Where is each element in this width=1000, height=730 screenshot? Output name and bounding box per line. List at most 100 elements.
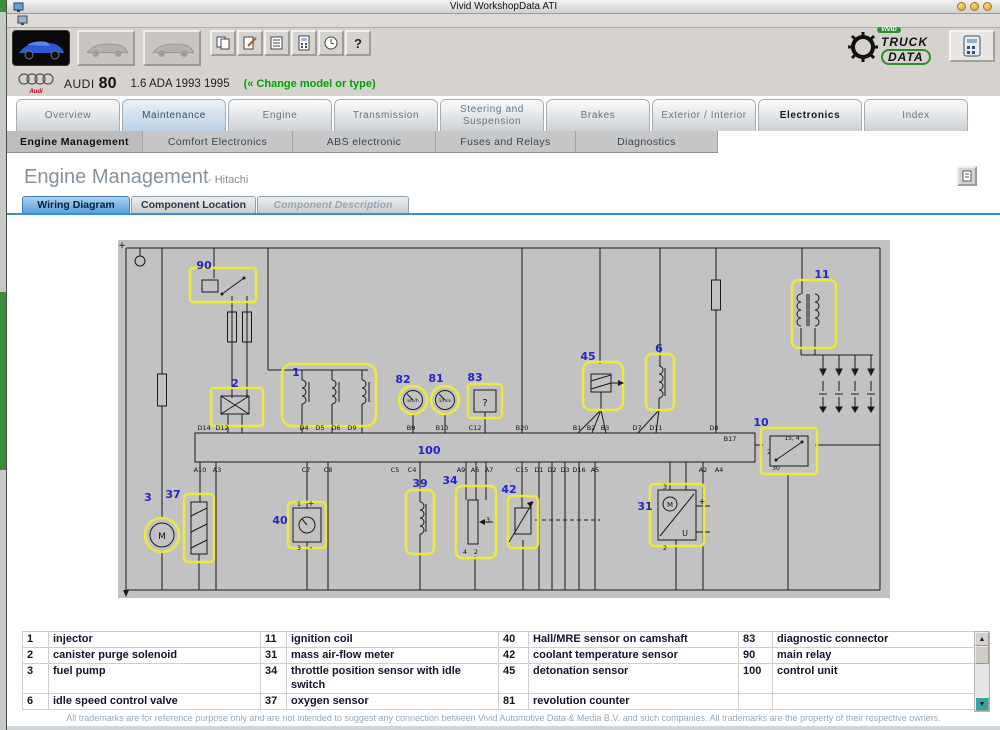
tab-exterior-interior[interactable]: Exterior / Interior xyxy=(652,99,756,131)
component-label-40: 40 xyxy=(272,514,288,527)
pin-label: D5 xyxy=(315,424,324,432)
pin-label: - xyxy=(310,543,313,552)
tab-maintenance[interactable]: Maintenance xyxy=(122,99,226,131)
legend-row[interactable]: 1 injector 11 ignition coil 40 Hall/MRE senso… xyxy=(22,630,975,649)
legend-number: 6 xyxy=(22,692,49,710)
edit-document-icon[interactable] xyxy=(237,30,263,56)
clock-icon[interactable] xyxy=(318,30,344,56)
vehicle-photo[interactable] xyxy=(12,30,70,66)
pin-label: D2 xyxy=(547,466,556,474)
component-2-canister-purge-solenoid[interactable] xyxy=(209,386,265,428)
document-list-icon[interactable] xyxy=(264,30,290,56)
legend-row[interactable]: 6 idle speed control valve 37 oxygen sensor… xyxy=(22,692,975,710)
legend-number: 100 xyxy=(738,663,773,694)
tab-steering-and-suspension[interactable]: Steering and Suspension xyxy=(440,99,544,131)
component-100-control-unit[interactable] xyxy=(194,432,756,463)
component-legend: 1 injector 11 ignition coil 40 Hall/MRE senso… xyxy=(22,630,975,710)
component-31-mass-airflow-meter[interactable] xyxy=(648,482,706,548)
app-window: Vivid WorkshopData ATI ? VIVID TRUCK DAT… xyxy=(0,0,1000,730)
pin-label: 4 xyxy=(463,548,467,556)
pin-label: + xyxy=(699,497,706,506)
window-menu-icon[interactable] xyxy=(17,15,28,26)
copy-pages-icon[interactable] xyxy=(210,30,236,56)
legend-number: 40 xyxy=(498,630,529,649)
doc-tab-component-location[interactable]: Component Location xyxy=(131,196,256,213)
legend-name: main relay xyxy=(772,647,975,665)
close-icon[interactable] xyxy=(983,2,992,11)
print-button[interactable] xyxy=(957,166,977,186)
scroll-down-button[interactable]: ▼ xyxy=(975,697,989,711)
menu-bar xyxy=(7,14,1000,28)
component-label-3: 3 xyxy=(144,491,152,504)
tab-transmission[interactable]: Transmission xyxy=(334,99,438,131)
legend-scrollbar[interactable]: ▲ ▼ xyxy=(974,631,990,712)
document-tab-bar: Wiring Diagram Component Location Componen… xyxy=(22,196,410,213)
minimize-icon[interactable] xyxy=(957,2,966,11)
legend-number: 81 xyxy=(498,692,529,710)
edge-decoration xyxy=(0,0,6,12)
pin-label: ? xyxy=(482,398,487,409)
subnav-item-engine-management[interactable]: Engine Management xyxy=(7,131,143,152)
legend-number: 34 xyxy=(260,663,287,694)
photo-placeholder[interactable] xyxy=(143,30,201,66)
pin-label: 3 xyxy=(297,544,301,552)
component-label-37: 37 xyxy=(165,488,180,501)
pin-label: D1 xyxy=(534,466,543,474)
pin-label: A7 xyxy=(485,466,494,474)
background-window-edge xyxy=(0,0,7,730)
component-label-10: 10 xyxy=(753,416,769,429)
tab-brakes[interactable]: Brakes xyxy=(546,99,650,131)
legend-name: coolant temperature sensor xyxy=(528,647,739,665)
pin-label: C7 xyxy=(302,466,311,474)
doc-tab-wiring-diagram[interactable]: Wiring Diagram xyxy=(22,196,130,213)
help-icon[interactable]: ? xyxy=(345,30,371,56)
pin-label: A9 xyxy=(457,466,466,474)
title-bar[interactable]: Vivid WorkshopData ATI xyxy=(7,0,1000,14)
maximize-icon[interactable] xyxy=(970,2,979,11)
legend-number: 3 xyxy=(22,663,49,694)
subnav-item-diagnostics[interactable]: Diagnostics xyxy=(576,131,718,152)
pin-label: 1/min xyxy=(439,398,452,404)
legend-name: fuel pump xyxy=(48,663,261,694)
legend-number: 2 xyxy=(22,647,49,665)
subnav-item-fuses-and-relays[interactable]: Fuses and Relays xyxy=(436,131,576,152)
calculator-icon[interactable] xyxy=(291,30,317,56)
pin-label: U xyxy=(682,529,688,538)
legend-number: 31 xyxy=(260,647,287,665)
component-label-2: 2 xyxy=(231,377,239,390)
spark-plug-array xyxy=(819,355,875,413)
component-label-1: 1 xyxy=(292,366,300,379)
calculator-tool-button[interactable] xyxy=(949,30,995,62)
component-45-detonation-sensor[interactable] xyxy=(581,360,625,412)
component-90-main-relay[interactable] xyxy=(188,266,258,304)
subnav-item-comfort-electronics[interactable]: Comfort Electronics xyxy=(143,131,293,152)
scrollbar-thumb[interactable] xyxy=(975,646,989,664)
legend-name: diagnostic connector xyxy=(772,630,975,649)
legend-row[interactable]: 3 fuel pump 34 throttle position sensor wit… xyxy=(22,663,975,694)
component-label-81: 81 xyxy=(428,372,443,385)
photo-placeholder[interactable] xyxy=(77,30,135,66)
pin-label: - xyxy=(701,527,704,536)
pin-label: 3 xyxy=(486,516,490,524)
document-icon xyxy=(962,170,972,182)
legend-number: 1 xyxy=(22,630,49,649)
wiring-diagram-panel: 90 2 1 82 81 83 45 6 11 100 10 3 37 40 39 34 42 31 D14 D12 D… xyxy=(118,240,890,598)
help-glyph: ? xyxy=(354,35,362,51)
toolbar: ? VIVID TRUCK DATA xyxy=(7,27,1000,72)
tab-index[interactable]: Index xyxy=(864,99,968,131)
tab-overview[interactable]: Overview xyxy=(16,99,120,131)
truckdata-logo[interactable]: VIVID TRUCK DATA xyxy=(847,27,947,66)
component-label-90: 90 xyxy=(196,259,212,272)
tab-engine[interactable]: Engine xyxy=(228,99,332,131)
subnav-item-abs-electronic[interactable]: ABS electronic xyxy=(293,131,436,152)
pin-label: D3 xyxy=(560,466,569,474)
scroll-up-button[interactable]: ▲ xyxy=(975,632,989,646)
tab-electronics[interactable]: Electronics xyxy=(758,99,862,131)
change-model-link[interactable]: (« Change model or type) xyxy=(244,78,376,90)
pin-label: C15 xyxy=(516,466,529,474)
component-37-oxygen-sensor[interactable] xyxy=(182,492,216,564)
pin-label: 2 xyxy=(767,449,771,456)
component-40-hall-mre-sensor[interactable] xyxy=(286,500,328,550)
legend-row[interactable]: 2 canister purge solenoid 31 mass air-flow … xyxy=(22,647,975,665)
component-11-ignition-coil[interactable] xyxy=(790,278,838,350)
